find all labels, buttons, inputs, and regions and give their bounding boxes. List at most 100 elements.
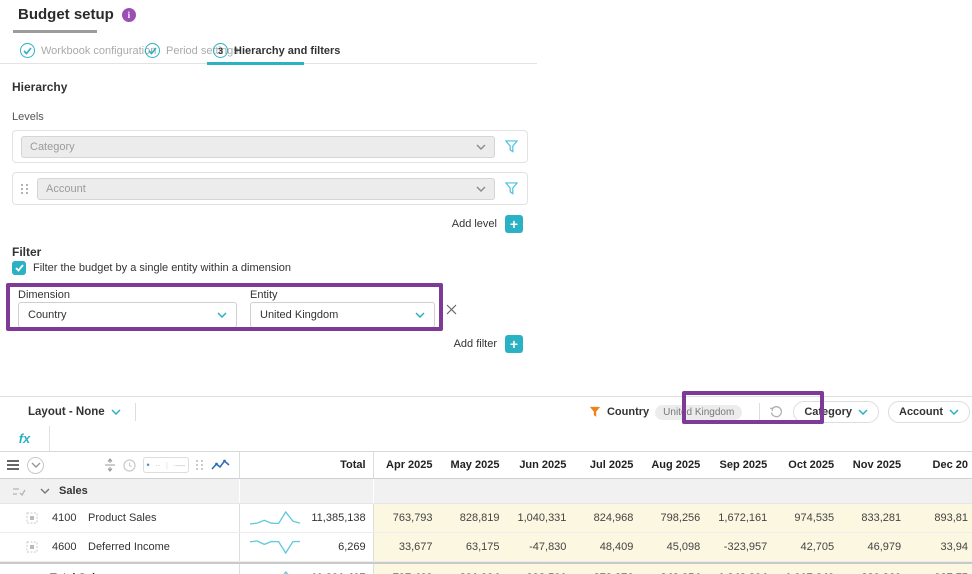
distribute-button[interactable] [104, 458, 116, 472]
level-select-category[interactable]: Category [21, 136, 495, 158]
row-name-cell[interactable]: Total Sales [0, 564, 240, 574]
step-hierarchy-and-filters[interactable]: 3 Hierarchy and filters [213, 43, 340, 58]
month-cell[interactable]: 843,354 [641, 564, 708, 574]
month-cell[interactable]: 891,994 [441, 564, 508, 574]
entity-select[interactable]: United Kingdom [250, 302, 435, 328]
add-filter-button[interactable]: + [505, 335, 523, 353]
clock-button[interactable] [123, 459, 136, 472]
month-cell[interactable]: 880,260 [842, 564, 909, 574]
group-cell[interactable] [708, 479, 775, 503]
month-cell[interactable]: 48,409 [574, 533, 641, 561]
group-row-sales[interactable]: Sales [0, 479, 972, 504]
month-cell[interactable]: 1,348,204 [708, 564, 775, 574]
add-level-button[interactable]: + [505, 215, 523, 233]
month-cell[interactable]: 824,968 [574, 504, 641, 532]
column-header[interactable]: Oct 2025 [775, 452, 842, 478]
row-name-cell[interactable]: 4600 Deferred Income [0, 533, 240, 561]
month-cell[interactable]: 63,175 [441, 533, 508, 561]
funnel-icon [505, 140, 518, 153]
sparkline [248, 510, 304, 528]
cell-value: 828,819 [460, 512, 500, 524]
menu-icon[interactable] [7, 460, 19, 470]
month-cell[interactable]: 1,040,331 [507, 504, 574, 532]
funnel-icon [589, 406, 601, 418]
month-cell[interactable]: 893,81 [909, 504, 972, 532]
month-cell[interactable]: 1,017,240 [775, 564, 842, 574]
month-cell[interactable]: 798,256 [641, 504, 708, 532]
month-cell[interactable]: 927,75 [909, 564, 972, 574]
month-cell[interactable]: 828,819 [441, 504, 508, 532]
check-icon [15, 264, 24, 272]
collapse-icon[interactable] [40, 488, 50, 494]
sparkline [248, 539, 304, 557]
expand-all-button[interactable] [27, 457, 44, 474]
account-dropdown[interactable]: Account [888, 401, 970, 423]
month-cell[interactable]: 45,098 [641, 533, 708, 561]
month-cell[interactable]: 797,469 [374, 564, 441, 574]
row-name-cell[interactable]: 4100 Product Sales [0, 504, 240, 532]
total-value: 11,385,138 [311, 512, 365, 524]
single-entity-checkbox-label: Filter the budget by a single entity wit… [33, 262, 291, 274]
level-select-account[interactable]: Account [37, 178, 495, 200]
grip-icon[interactable] [196, 460, 204, 470]
step-label: Workbook configuration [41, 45, 156, 57]
chevron-down-icon [217, 312, 227, 318]
dimension-select[interactable]: Country [18, 302, 237, 328]
month-cell[interactable]: 33,677 [374, 533, 441, 561]
column-header-total[interactable]: Total [240, 452, 374, 478]
level-filter-button[interactable] [503, 181, 519, 197]
group-cell[interactable] [909, 479, 972, 503]
column-header[interactable]: Jul 2025 [574, 452, 641, 478]
month-cell[interactable]: -323,957 [708, 533, 775, 561]
cell-value: 893,81 [934, 512, 968, 524]
month-cell[interactable]: 833,281 [842, 504, 909, 532]
month-cell[interactable]: 992,501 [508, 564, 575, 574]
cell-value: -47,830 [529, 541, 566, 553]
group-cell[interactable] [641, 479, 708, 503]
month-cell[interactable]: 763,793 [374, 504, 441, 532]
category-dropdown-label: Category [804, 406, 852, 418]
month-cell[interactable]: 33,94 [909, 533, 972, 561]
category-dropdown[interactable]: Category [793, 401, 879, 423]
group-cell[interactable] [374, 479, 441, 503]
levels-label: Levels [12, 111, 44, 123]
cell-value: 42,705 [801, 541, 835, 553]
layout-dropdown[interactable]: Layout - None [28, 406, 121, 418]
month-cell[interactable]: 42,705 [775, 533, 842, 561]
group-total-cell[interactable] [240, 479, 374, 503]
country-filter-chip[interactable]: Country United Kingdom [583, 405, 748, 420]
total-cell[interactable]: 6,269 [240, 533, 374, 561]
column-header[interactable]: Aug 2025 [641, 452, 708, 478]
group-cell[interactable] [507, 479, 574, 503]
history-button[interactable] [769, 405, 784, 420]
sparkline-toggle-button[interactable] [211, 459, 231, 472]
column-header[interactable]: May 2025 [441, 452, 508, 478]
column-header[interactable]: Nov 2025 [842, 452, 909, 478]
group-cell[interactable] [441, 479, 508, 503]
chevron-down-icon [858, 409, 868, 415]
column-header[interactable]: Sep 2025 [708, 452, 775, 478]
single-entity-checkbox[interactable] [12, 261, 26, 275]
total-cell[interactable]: 11,385,138 [240, 504, 374, 532]
month-cell[interactable]: 974,535 [775, 504, 842, 532]
wizard-panel: Budget setup i Workbook configuration Pe… [0, 0, 537, 396]
formula-input[interactable] [50, 426, 972, 451]
column-header[interactable]: Dec 20 [909, 452, 972, 478]
info-icon[interactable]: i [122, 8, 136, 22]
remove-filter-button[interactable] [446, 304, 457, 315]
group-cell[interactable] [775, 479, 842, 503]
level-filter-button[interactable] [503, 139, 519, 155]
group-cell[interactable] [574, 479, 641, 503]
precision-control[interactable]: •··|·–– [143, 457, 189, 473]
column-header[interactable]: Apr 2025 [374, 452, 441, 478]
month-cell[interactable]: 873,376 [574, 564, 641, 574]
total-value: 6,269 [338, 541, 366, 553]
column-header[interactable]: Jun 2025 [507, 452, 574, 478]
drag-handle-icon[interactable] [21, 184, 29, 194]
step-workbook-configuration[interactable]: Workbook configuration [20, 43, 156, 58]
month-cell[interactable]: -47,830 [507, 533, 574, 561]
group-cell[interactable] [842, 479, 909, 503]
month-cell[interactable]: 1,672,161 [708, 504, 775, 532]
total-cell[interactable]: 11,391,407 [240, 564, 374, 574]
month-cell[interactable]: 46,979 [842, 533, 909, 561]
